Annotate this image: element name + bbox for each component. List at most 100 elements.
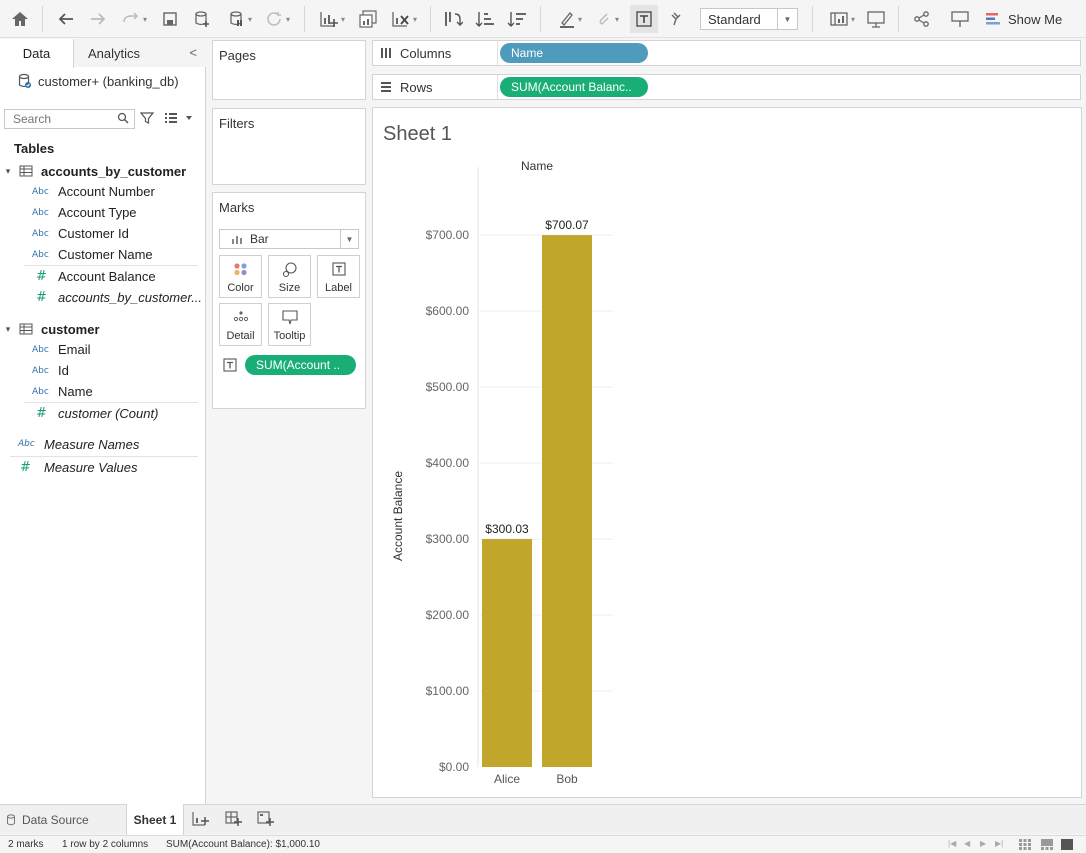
label-icon[interactable] <box>223 358 237 372</box>
view-options-icon[interactable] <box>164 112 192 127</box>
field-name: accounts_by_customer... <box>58 290 203 305</box>
field-name: Measure Values <box>44 459 138 475</box>
table-header[interactable]: ▾ accounts_by_customer <box>0 161 206 181</box>
tab-data[interactable]: Data <box>0 39 74 68</box>
field-account-type[interactable]: Abc Account Type <box>0 202 206 223</box>
fit-select[interactable]: Standard ▼ <box>700 8 798 30</box>
duplicate-sheet-icon[interactable] <box>356 6 380 32</box>
next-sheet-icon[interactable]: ▶ <box>980 839 986 848</box>
tab-sheet-1[interactable]: Sheet 1 <box>126 804 184 835</box>
bar[interactable] <box>542 235 592 767</box>
field-name-dim[interactable]: Abc Name <box>0 381 206 402</box>
number-type-icon: # <box>36 406 47 421</box>
filters-card[interactable]: Filters <box>212 108 366 185</box>
filter-icon[interactable] <box>140 111 154 125</box>
redo-icon[interactable] <box>86 6 110 32</box>
marks-card: Marks Bar ▼ Color Size Label Detail Tool… <box>212 192 366 409</box>
bar-chart-icon <box>232 235 242 244</box>
field-name: Account Balance <box>58 269 156 284</box>
replay-icon[interactable]: ▾ <box>116 6 152 32</box>
field-email[interactable]: Abc Email <box>0 339 206 360</box>
mark-type-select[interactable]: Bar ▼ <box>219 229 359 249</box>
fix-axes-icon[interactable] <box>662 6 686 32</box>
y-tick-label: $200.00 <box>426 608 470 622</box>
pages-card[interactable]: Pages <box>212 40 366 100</box>
x-tick-label[interactable]: Alice <box>494 772 520 786</box>
collapse-pane-icon[interactable]: < <box>189 45 197 60</box>
highlight-icon[interactable]: ▾ <box>552 6 588 32</box>
new-dashboard-icon[interactable] <box>225 811 243 827</box>
group-members-icon[interactable]: ▾ <box>590 6 626 32</box>
tab-analytics[interactable]: Analytics <box>74 39 206 67</box>
field-customer-name[interactable]: Abc Customer Name <box>0 244 206 265</box>
label-button[interactable]: Label <box>317 255 360 298</box>
tab-data-source[interactable]: Data Source <box>0 805 126 835</box>
table-header[interactable]: ▾ customer <box>0 319 206 339</box>
sheet-tabs-bar: Data Source Sheet 1 <box>0 804 1086 835</box>
search-input[interactable] <box>4 109 135 129</box>
field-customer-id[interactable]: Abc Customer Id <box>0 223 206 244</box>
show-me-button[interactable]: Show Me <box>986 6 1062 32</box>
sort-descending-icon[interactable] <box>504 6 530 32</box>
search-row <box>4 109 202 129</box>
new-worksheet-icon[interactable]: ▾ <box>314 6 350 32</box>
tabs-view-icon[interactable] <box>1061 839 1073 850</box>
string-type-icon: Abc <box>32 207 49 218</box>
field-name: Id <box>58 363 69 378</box>
bar[interactable] <box>482 539 532 767</box>
bar-chart[interactable]: $0.00 $100.00 $200.00 $300.00 $400.00 $500.00… <box>373 108 1081 797</box>
home-icon[interactable] <box>8 6 32 32</box>
new-datasource-icon[interactable] <box>190 6 214 32</box>
tooltip-label: Tooltip <box>273 330 306 342</box>
columns-shelf[interactable]: Columns Name <box>372 40 1081 66</box>
show-mark-labels-icon[interactable] <box>630 5 658 33</box>
rows-pill-sum[interactable]: SUM(Account Balanc.. <box>500 77 648 97</box>
columns-pill-name[interactable]: Name <box>500 43 648 63</box>
tooltip-icon[interactable] <box>948 6 972 32</box>
field-customer-count[interactable]: # customer (Count) <box>0 403 206 424</box>
field-account-number[interactable]: Abc Account Number <box>0 181 206 202</box>
search-icon[interactable] <box>117 112 129 124</box>
first-sheet-icon[interactable]: |◀ <box>948 839 956 848</box>
number-type-icon: # <box>36 290 47 305</box>
save-icon[interactable] <box>158 6 182 32</box>
label-label: Label <box>325 282 352 294</box>
share-icon[interactable] <box>910 6 934 32</box>
presentation-mode-icon[interactable] <box>864 6 888 32</box>
show-cards-icon[interactable]: ▾ <box>824 6 860 32</box>
color-button[interactable]: Color <box>219 255 262 298</box>
rows-label: Rows <box>400 79 433 95</box>
field-accounts-count[interactable]: # accounts_by_customer... <box>0 287 206 308</box>
filmstrip-icon[interactable] <box>1041 839 1053 850</box>
swap-rows-columns-icon[interactable] <box>440 6 466 32</box>
status-bar: 2 marks 1 row by 2 columns SUM(Account B… <box>0 835 1086 853</box>
rows-shelf[interactable]: Rows SUM(Account Balanc.. <box>372 74 1081 100</box>
undo-icon[interactable] <box>54 6 78 32</box>
string-type-icon: Abc <box>32 344 49 355</box>
detail-button[interactable]: Detail <box>219 303 262 346</box>
datasource-icon <box>7 814 15 826</box>
sheet-sorter-icon[interactable] <box>1019 839 1031 850</box>
new-worksheet-icon[interactable] <box>192 811 210 827</box>
viz-area[interactable]: Sheet 1 Name Account Balance $0.00 $100.0… <box>372 107 1082 798</box>
tooltip-button[interactable]: Tooltip <box>268 303 311 346</box>
field-measure-values[interactable]: # Measure Values <box>0 456 206 478</box>
new-story-icon[interactable] <box>257 811 275 827</box>
prev-sheet-icon[interactable]: ◀ <box>964 839 970 848</box>
clear-sheet-icon[interactable]: ▾ <box>386 6 422 32</box>
chevron-down-icon[interactable]: ▾ <box>0 166 16 177</box>
size-button[interactable]: Size <box>268 255 311 298</box>
last-sheet-icon[interactable]: ▶| <box>995 839 1003 848</box>
refresh-icon[interactable]: ▾ <box>260 6 296 32</box>
field-measure-names[interactable]: Abc Measure Names <box>0 433 206 455</box>
sort-ascending-icon[interactable] <box>472 6 498 32</box>
tooltip-icon <box>281 310 298 325</box>
field-id[interactable]: Abc Id <box>0 360 206 381</box>
field-account-balance[interactable]: # Account Balance <box>0 266 206 287</box>
datasource-item[interactable]: customer+ (banking_db) <box>18 73 179 89</box>
chevron-down-icon[interactable]: ▾ <box>0 324 16 335</box>
pause-updates-icon[interactable]: ▾ <box>222 6 258 32</box>
mark-label-pill[interactable]: SUM(Account .. <box>245 355 356 375</box>
tab-data-source-label: Data Source <box>22 813 89 827</box>
x-tick-label[interactable]: Bob <box>556 772 578 786</box>
